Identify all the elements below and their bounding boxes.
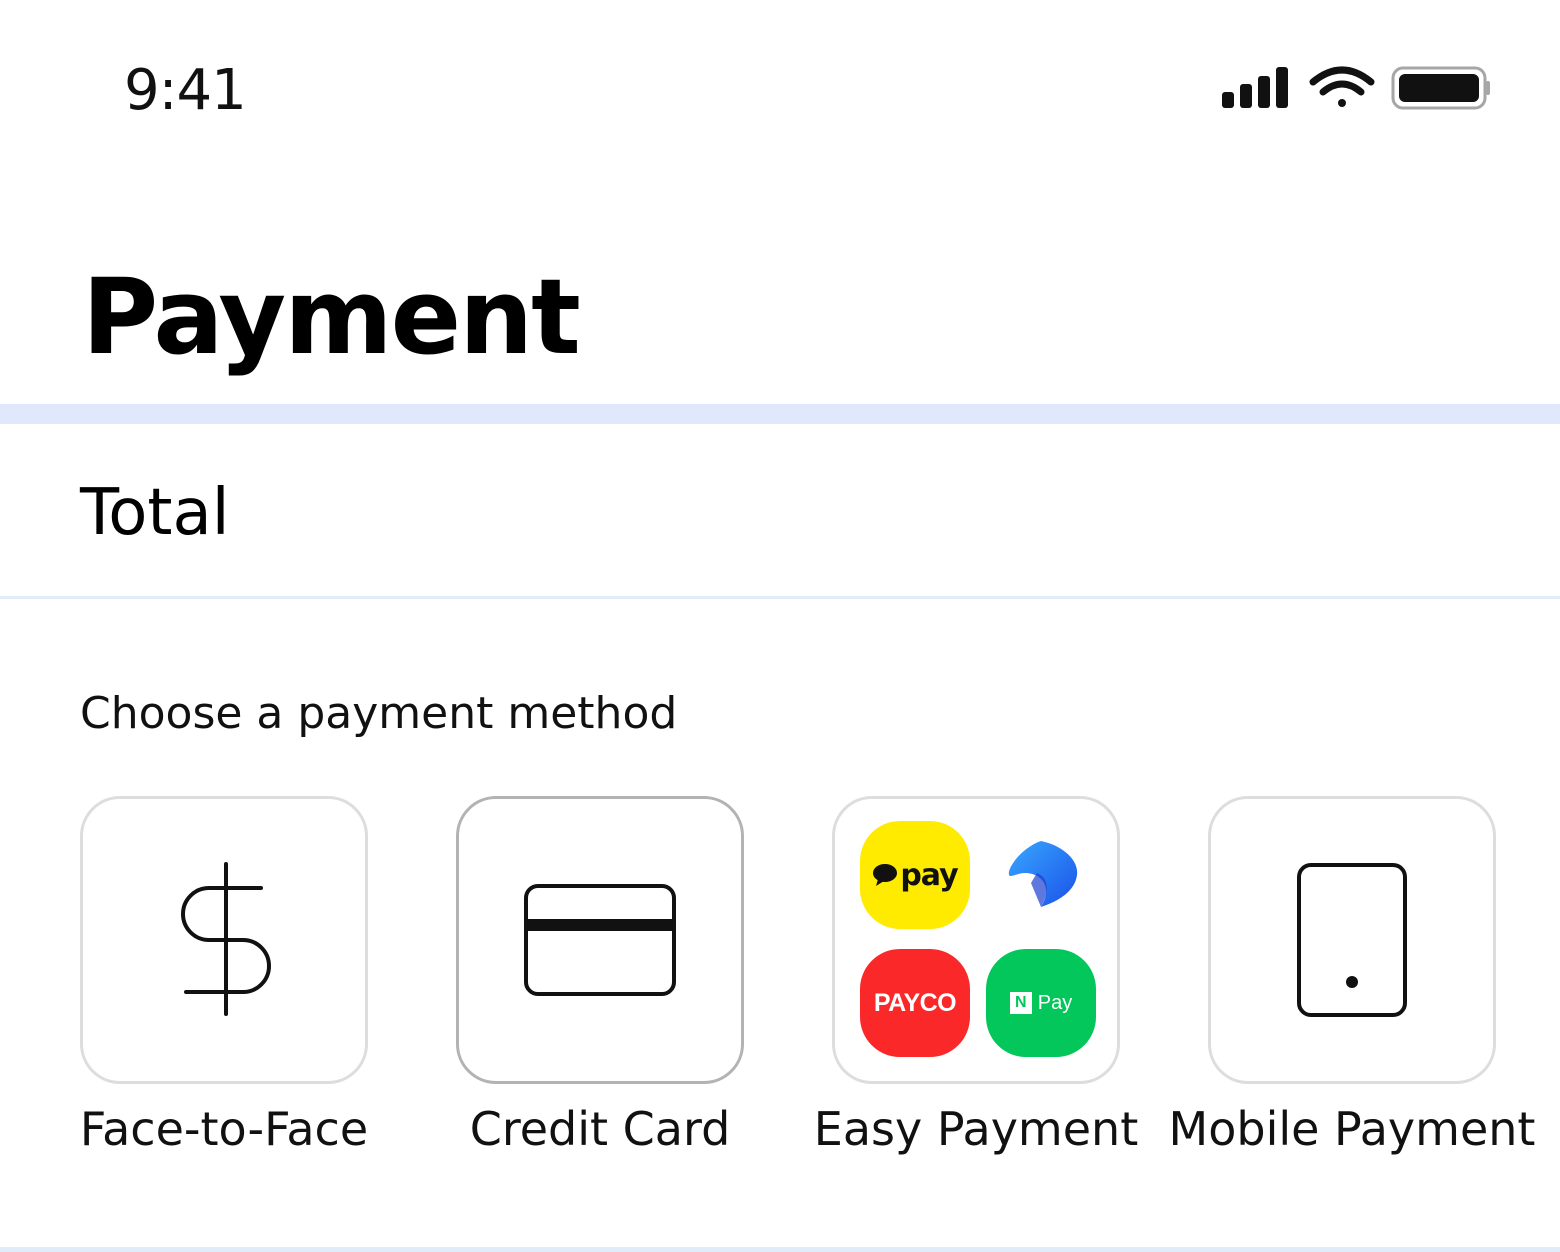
wifi-icon [1309,66,1375,107]
credit-card-icon [524,884,676,996]
easy-pay-logos: pay PAYCO N Pay [860,821,1096,1061]
payco-logo: PAYCO [860,949,970,1057]
section-band [0,404,1560,424]
mobile-phone-icon [1297,863,1407,1017]
speech-bubble-icon [873,864,898,886]
method-label: Face-to-Face [79,1102,369,1156]
payment-screen: 9:41 Payment Total Choose a payment meth… [0,0,1560,1252]
page-title: Payment [82,256,581,378]
method-tile[interactable] [456,796,744,1084]
payment-method-easy-payment[interactable]: pay PAYCO N Pay Easy Payment [814,796,1138,1156]
battery-icon [1391,66,1490,110]
method-label: Easy Payment [813,1102,1139,1156]
method-tile[interactable] [1208,796,1496,1084]
status-icons [1220,64,1490,114]
payment-method-credit-card[interactable]: Credit Card [456,796,744,1156]
toss-icon [1008,841,1078,907]
method-label: Credit Card [469,1102,731,1156]
divider [0,596,1560,599]
dollar-sign-icon [181,862,271,1016]
divider [0,1247,1560,1252]
method-label: Mobile Payment [1168,1102,1536,1156]
payment-method-mobile-payment[interactable]: Mobile Payment [1169,796,1535,1156]
total-label: Total [80,476,230,550]
kakao-pay-logo: pay [860,821,970,929]
method-tile[interactable]: pay PAYCO N Pay [832,796,1120,1084]
cellular-signal-icon [1222,67,1288,108]
payment-method-face-to-face[interactable]: Face-to-Face [80,796,368,1156]
toss-logo [986,821,1096,929]
payment-method-heading: Choose a payment method [80,688,678,739]
method-tile[interactable] [80,796,368,1084]
naver-pay-logo: N Pay [986,949,1096,1057]
status-time: 9:41 [124,58,247,123]
